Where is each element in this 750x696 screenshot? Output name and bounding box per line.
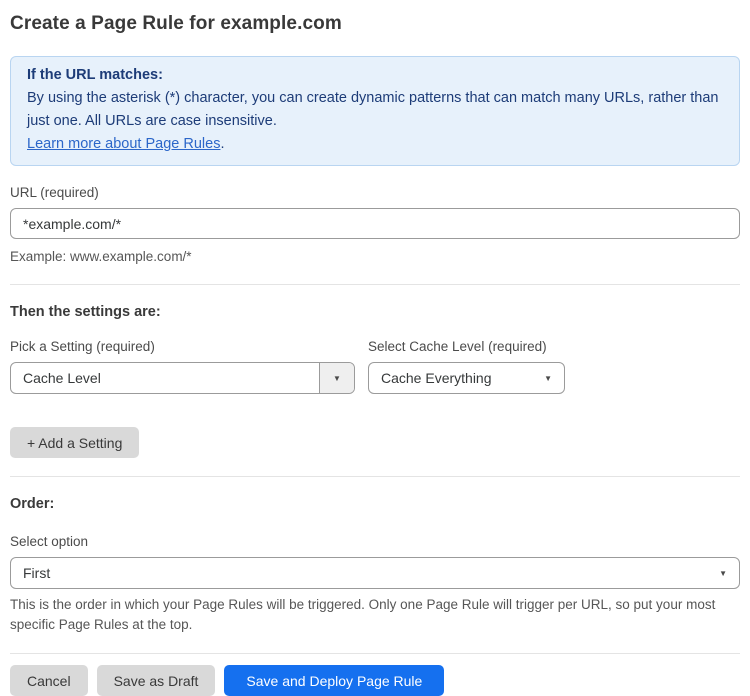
- cache-level-value: Cache Everything: [381, 370, 492, 386]
- order-dropdown[interactable]: First ▼: [10, 557, 740, 589]
- info-box-link-line: Learn more about Page Rules.: [27, 133, 723, 156]
- order-block: Select option First ▼ This is the order …: [10, 534, 740, 635]
- url-field-label: URL (required): [10, 185, 99, 200]
- setting-picker-value: Cache Level: [23, 370, 101, 386]
- cache-level-column: Select Cache Level (required) Cache Ever…: [368, 339, 565, 394]
- add-setting-button[interactable]: + Add a Setting: [10, 427, 140, 458]
- setting-picker-dropdown[interactable]: Cache Level ▼: [10, 362, 355, 394]
- setting-picker-column: Pick a Setting (required) Cache Level ▼: [10, 339, 355, 394]
- save-as-draft-button[interactable]: Save as Draft: [96, 665, 216, 696]
- divider: [10, 476, 740, 477]
- create-page-rule-form: Create a Page Rule for example.com If th…: [0, 0, 750, 696]
- setting-picker-label: Pick a Setting (required): [10, 339, 155, 354]
- cancel-button[interactable]: Cancel: [10, 665, 88, 696]
- chevron-down-icon: ▼: [719, 568, 727, 578]
- page-title: Create a Page Rule for example.com: [10, 13, 342, 34]
- link-period: .: [220, 136, 225, 152]
- settings-section-heading: Then the settings are:: [10, 304, 161, 320]
- chevron-down-icon[interactable]: ▼: [319, 363, 354, 393]
- info-box-heading: If the URL matches:: [27, 67, 163, 83]
- order-helper-text: This is the order in which your Page Rul…: [10, 597, 716, 632]
- order-select-label: Select option: [10, 534, 89, 549]
- cache-level-label: Select Cache Level (required): [368, 339, 547, 354]
- order-dropdown-value: First: [23, 565, 51, 581]
- divider: [10, 284, 740, 285]
- settings-row: Pick a Setting (required) Cache Level ▼ …: [10, 339, 740, 394]
- form-actions: Cancel Save as Draft Save and Deploy Pag…: [10, 665, 740, 696]
- info-box-body: By using the asterisk (*) character, you…: [27, 90, 719, 129]
- divider: [10, 653, 740, 654]
- order-section-heading: Order:: [10, 496, 55, 512]
- url-example-helper: Example: www.example.com/*: [10, 249, 192, 264]
- cache-level-dropdown[interactable]: Cache Everything ▼: [368, 362, 565, 394]
- save-and-deploy-button[interactable]: Save and Deploy Page Rule: [224, 665, 445, 696]
- learn-more-link[interactable]: Learn more about Page Rules: [27, 136, 220, 152]
- url-match-info-box: If the URL matches: By using the asteris…: [10, 56, 740, 166]
- chevron-down-icon: ▼: [544, 373, 552, 383]
- url-input[interactable]: [10, 208, 740, 239]
